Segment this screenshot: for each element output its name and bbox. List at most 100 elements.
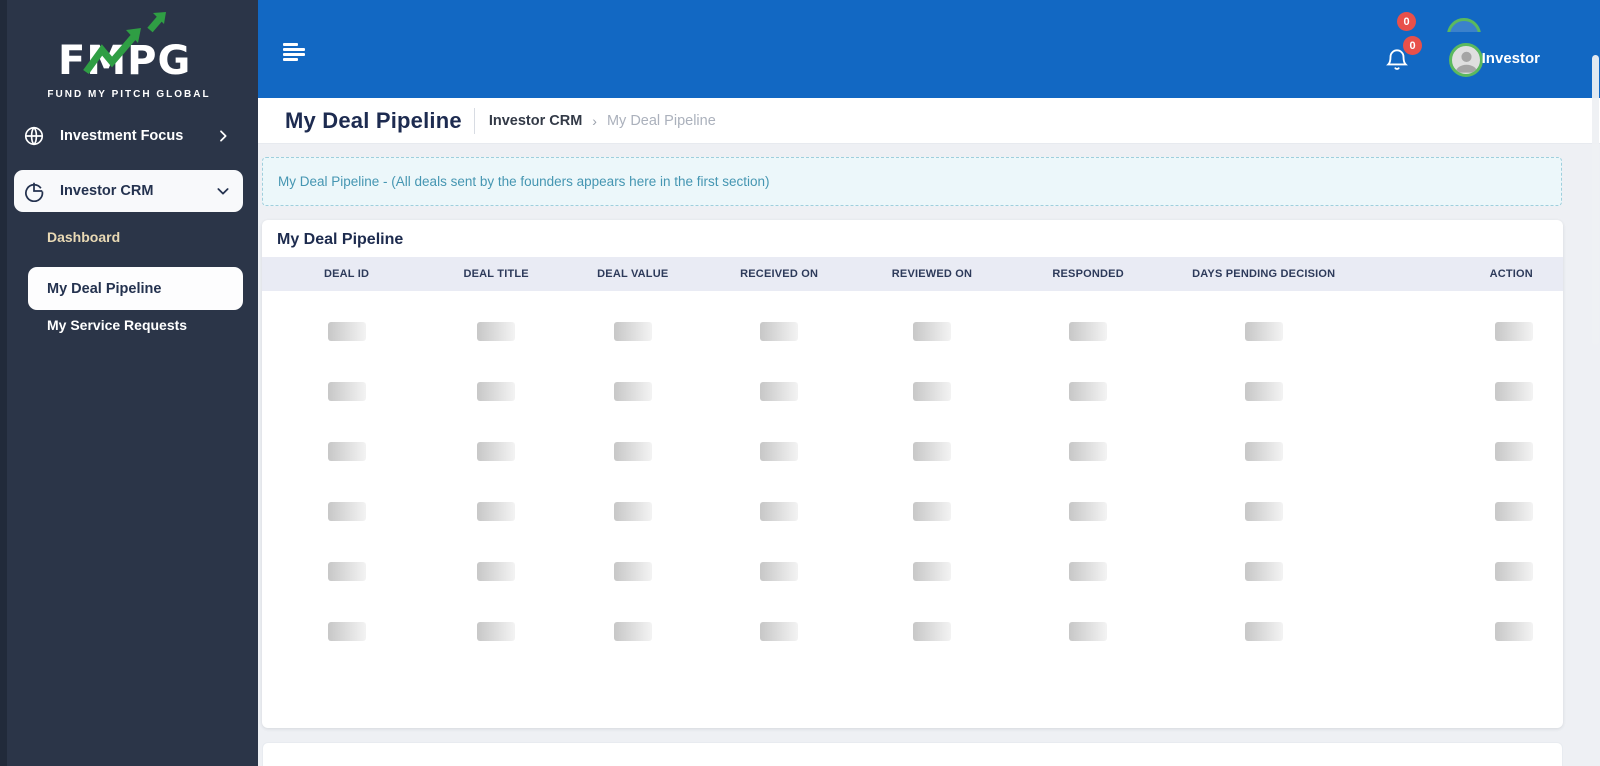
loading-placeholder xyxy=(760,502,799,521)
sidebar-item-investment-focus[interactable]: Investment Focus xyxy=(14,121,243,151)
loading-placeholder xyxy=(477,442,516,461)
column-header: ACTION xyxy=(1489,268,1533,280)
table-header-row: DEAL ID DEAL TITLE DEAL VALUE RECEIVED ON RE… xyxy=(262,257,1563,291)
loading-placeholder xyxy=(1494,382,1533,401)
user-menu-label[interactable]: Investor xyxy=(1482,50,1540,67)
table-cell xyxy=(704,442,854,466)
table-cell xyxy=(431,382,561,406)
table-cell xyxy=(1361,382,1563,406)
loading-placeholder xyxy=(1069,622,1108,641)
table-cell xyxy=(854,442,1010,466)
table-cell xyxy=(1361,502,1563,526)
loading-placeholder xyxy=(1494,442,1533,461)
sidebar-scroll-track xyxy=(0,0,7,766)
chevron-right-icon xyxy=(215,128,231,144)
loading-placeholder xyxy=(327,562,366,581)
table-body xyxy=(262,291,1563,664)
loading-placeholder xyxy=(912,382,951,401)
notifications-button[interactable]: 0 xyxy=(1384,36,1422,77)
fmpg-logo-icon: FMPG xyxy=(58,12,190,84)
table-cell xyxy=(1166,622,1361,646)
loading-placeholder xyxy=(327,622,366,641)
loading-placeholder xyxy=(613,502,652,521)
table-cell xyxy=(262,322,431,346)
loading-placeholder xyxy=(1244,442,1283,461)
table-row xyxy=(262,544,1563,604)
sidebar-item-investor-crm[interactable]: Investor CRM xyxy=(14,170,243,212)
loading-placeholder xyxy=(760,562,799,581)
loading-placeholder xyxy=(1494,322,1533,341)
loading-placeholder xyxy=(760,382,799,401)
sidebar-item-dashboard[interactable]: Dashboard xyxy=(47,229,120,245)
breadcrumb-separator-icon: › xyxy=(592,112,597,129)
table-cell xyxy=(1166,502,1361,526)
loading-placeholder xyxy=(613,442,652,461)
table-cell xyxy=(1010,562,1166,586)
loading-placeholder xyxy=(1244,382,1283,401)
info-alert: My Deal Pipeline - (All deals sent by th… xyxy=(262,157,1562,206)
table-row xyxy=(262,604,1563,664)
page-scrollbar xyxy=(1590,0,1600,766)
table-cell xyxy=(1010,382,1166,406)
table-cell xyxy=(854,502,1010,526)
column-header: DEAL TITLE xyxy=(463,268,529,280)
loading-placeholder xyxy=(1069,442,1108,461)
table-cell xyxy=(561,562,704,586)
loading-placeholder xyxy=(477,622,516,641)
loading-placeholder xyxy=(1494,502,1533,521)
loading-placeholder xyxy=(1494,562,1533,581)
loading-placeholder xyxy=(912,442,951,461)
table-row xyxy=(262,484,1563,544)
loading-placeholder xyxy=(327,382,366,401)
page-title: My Deal Pipeline xyxy=(285,107,462,133)
chevron-down-icon xyxy=(215,183,231,199)
sidebar-item-my-deal-pipeline[interactable]: My Deal Pipeline xyxy=(28,267,243,310)
loading-placeholder xyxy=(477,562,516,581)
loading-placeholder xyxy=(327,322,366,341)
column-header: REVIEWED ON xyxy=(891,268,973,280)
sidebar: FMPG FUND MY PITCH GLOBAL Investment Foc… xyxy=(0,0,258,766)
breadcrumb-parent[interactable]: Investor CRM xyxy=(489,113,582,129)
loading-placeholder xyxy=(477,382,516,401)
loading-placeholder xyxy=(912,622,951,641)
sidebar-item-my-service-requests[interactable]: My Service Requests xyxy=(47,317,187,333)
loading-placeholder xyxy=(1069,382,1108,401)
loading-placeholder xyxy=(1244,502,1283,521)
table-cell xyxy=(1010,322,1166,346)
table-cell xyxy=(561,322,704,346)
loading-placeholder xyxy=(327,442,366,461)
loading-placeholder xyxy=(912,322,951,341)
menu-toggle-icon[interactable] xyxy=(283,43,307,61)
table-cell xyxy=(262,562,431,586)
table-cell xyxy=(704,622,854,646)
loading-placeholder xyxy=(1244,622,1283,641)
loading-placeholder xyxy=(1244,562,1283,581)
table-cell xyxy=(1361,562,1563,586)
table-row xyxy=(262,424,1563,484)
table-cell xyxy=(262,502,431,526)
table-cell xyxy=(704,382,854,406)
table-cell xyxy=(431,502,561,526)
breadcrumb-current: My Deal Pipeline xyxy=(606,112,716,129)
divider xyxy=(473,107,475,134)
column-header: RESPONDED xyxy=(1052,268,1124,280)
brand-logo[interactable]: FMPG FUND MY PITCH GLOBAL xyxy=(0,8,258,100)
person-icon xyxy=(1455,51,1478,73)
table-cell xyxy=(561,442,704,466)
sidebar-item-label: Investment Focus xyxy=(60,128,184,144)
loading-placeholder xyxy=(1494,622,1533,641)
scrollbar-thumb[interactable] xyxy=(1592,55,1599,345)
table-cell xyxy=(561,622,704,646)
table-cell xyxy=(431,442,561,466)
column-header: DEAL VALUE xyxy=(597,268,669,280)
table-title: My Deal Pipeline xyxy=(277,231,404,248)
page-header: My Deal Pipeline Investor CRM › My Deal … xyxy=(258,98,1600,144)
brand-tagline: FUND MY PITCH GLOBAL xyxy=(47,89,211,100)
loading-placeholder xyxy=(1069,562,1108,581)
user-avatar[interactable] xyxy=(1449,43,1483,77)
loading-placeholder xyxy=(760,322,799,341)
table-cell xyxy=(431,622,561,646)
column-header: RECEIVED ON xyxy=(740,268,819,280)
table-cell xyxy=(1010,442,1166,466)
deal-pipeline-card: My Deal Pipeline DEAL ID DEAL TITLE DEAL V… xyxy=(262,220,1563,728)
